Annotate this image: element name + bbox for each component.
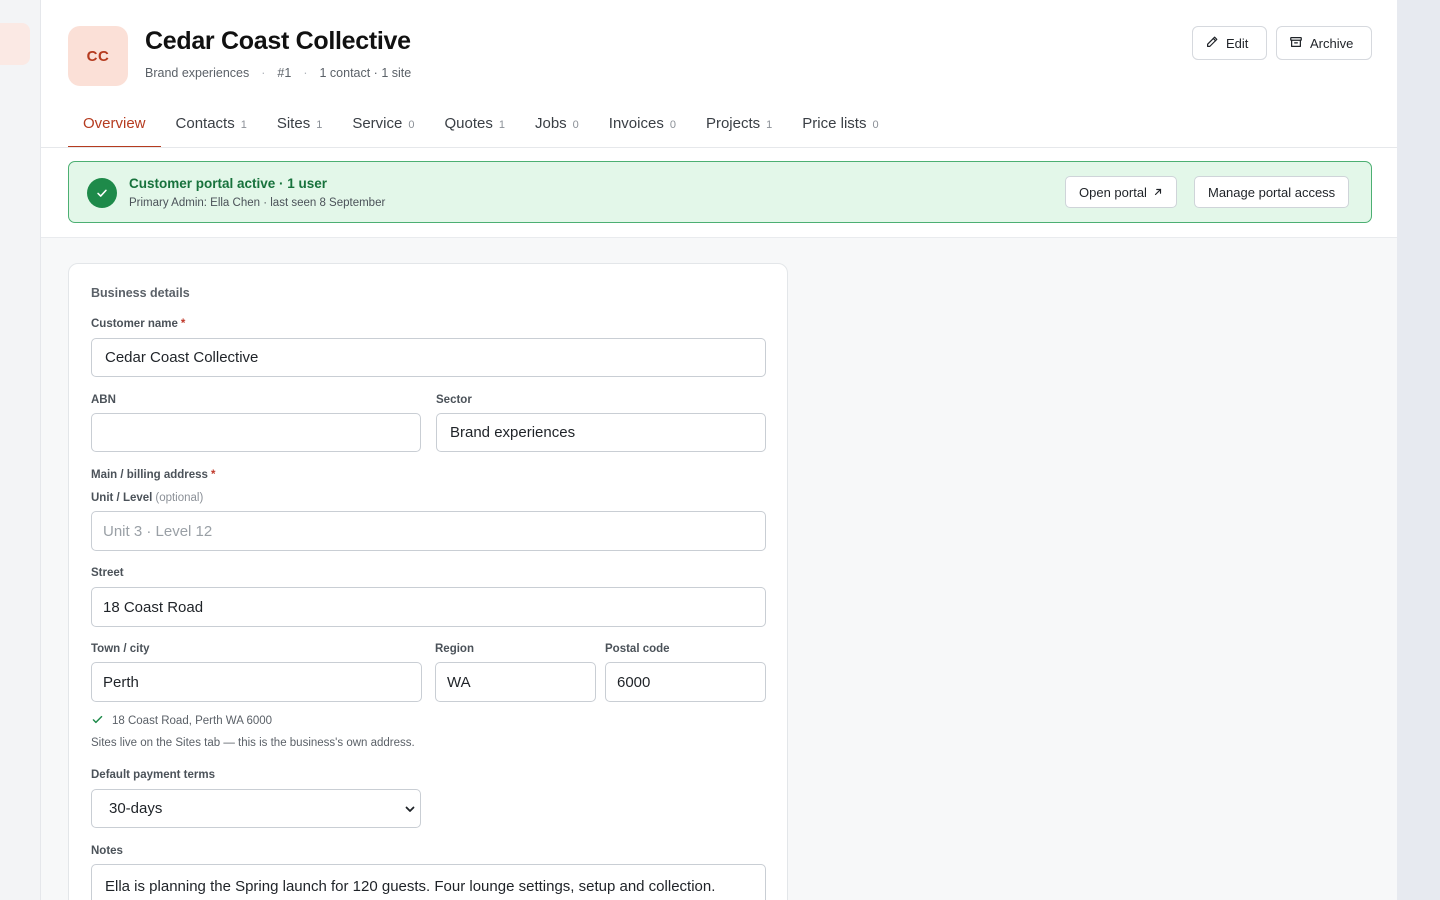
required-marker: * — [180, 318, 186, 330]
region-label: Region — [435, 643, 474, 655]
tab-count: 0 — [872, 119, 879, 131]
tab-count: 1 — [316, 119, 323, 131]
tab-count: 1 — [240, 119, 247, 131]
unit-input[interactable] — [91, 511, 766, 551]
meta-number: #1 — [277, 66, 292, 80]
portal-status-title: Customer portal active · 1 user — [129, 176, 328, 191]
address-label: Main / billing address * — [91, 469, 216, 481]
check-icon — [91, 713, 104, 729]
sector-input[interactable] — [436, 413, 766, 452]
customer-meta: Brand experiences · #1 · 1 contact · 1 s… — [145, 66, 412, 80]
payment-terms-select[interactable]: 30-days — [91, 789, 421, 828]
portal-status-subtitle: Primary Admin: Ella Chen · last seen 8 S… — [129, 197, 386, 209]
tab-count: 0 — [408, 119, 415, 131]
sites-hint: Sites live on the Sites tab — this is th… — [91, 737, 415, 749]
street-label: Street — [91, 567, 124, 579]
check-circle-icon — [87, 178, 117, 208]
archive-button[interactable]: Archive — [1276, 26, 1372, 60]
meta-sector: Brand experiences — [145, 66, 250, 80]
tab-sites[interactable]: Sites 1 — [262, 105, 337, 148]
tab-quotes[interactable]: Quotes 1 — [429, 105, 520, 148]
manage-portal-label: Manage portal access — [1208, 184, 1336, 200]
town-input[interactable] — [91, 662, 422, 702]
tab-count: 1 — [498, 119, 505, 131]
tab-projects[interactable]: Projects 1 — [691, 105, 787, 148]
tab-count: 0 — [669, 119, 676, 131]
tabs-divider — [41, 147, 1397, 148]
tab-service[interactable]: Service 0 — [337, 105, 429, 148]
external-link-icon — [1153, 185, 1163, 200]
postal-code-input[interactable] — [605, 662, 766, 702]
edit-label: Edit — [1226, 35, 1249, 51]
tab-invoices[interactable]: Invoices 0 — [594, 105, 691, 148]
tab-jobs[interactable]: Jobs 0 — [520, 105, 594, 148]
business-details-card: Business details Customer name* ABN Sect… — [68, 263, 788, 900]
street-input[interactable] — [91, 587, 766, 627]
archive-label: Archive — [1310, 35, 1354, 51]
page-title: Cedar Coast Collective — [145, 27, 411, 55]
abn-input[interactable] — [91, 413, 421, 452]
open-portal-button[interactable]: Open portal — [1065, 176, 1177, 208]
notes-textarea[interactable]: Ella is planning the Spring launch for 1… — [91, 864, 766, 900]
region-input[interactable] — [435, 662, 596, 702]
tab-contacts[interactable]: Contacts 1 — [161, 105, 262, 148]
sidebar-active-indicator — [0, 23, 30, 65]
customer-name-label: Customer name * — [91, 318, 186, 330]
abn-label: ABN — [91, 394, 116, 406]
edit-button[interactable]: Edit — [1192, 26, 1267, 60]
sector-label: Sector — [436, 394, 472, 406]
required-marker: * — [210, 469, 216, 481]
address-verified: 18 Coast Road, Perth WA 6000 — [91, 713, 272, 729]
tab-overview[interactable]: Overview — [68, 105, 161, 148]
pencil-icon — [1205, 35, 1219, 52]
tab-count: 1 — [766, 119, 773, 131]
town-label: Town / city — [91, 643, 150, 655]
section-title: Business details — [91, 286, 190, 300]
customer-detail-panel: CC Cedar Coast Collective Brand experien… — [41, 0, 1397, 900]
manage-portal-access-button[interactable]: Manage portal access — [1194, 176, 1350, 208]
archive-icon — [1289, 35, 1303, 52]
tab-price-lists[interactable]: Price lists 0 — [787, 105, 893, 148]
payment-terms-label: Default payment terms — [91, 769, 215, 781]
right-gutter — [1397, 0, 1440, 900]
open-portal-label: Open portal — [1079, 184, 1147, 200]
portal-status-banner: Customer portal active · 1 user Primary … — [68, 161, 1372, 223]
customer-name-input[interactable] — [91, 338, 766, 377]
sidebar-edge — [0, 0, 41, 900]
unit-label: Unit / Level (optional) — [91, 492, 204, 504]
tab-count: 0 — [572, 119, 579, 131]
notes-label: Notes — [91, 845, 123, 857]
postal-code-label: Postal code — [605, 643, 670, 655]
meta-counts: 1 contact · 1 site — [319, 66, 412, 80]
tab-bar: Overview Contacts 1 Sites 1 Service 0 Quote… — [68, 105, 894, 148]
customer-avatar: CC — [68, 26, 128, 86]
